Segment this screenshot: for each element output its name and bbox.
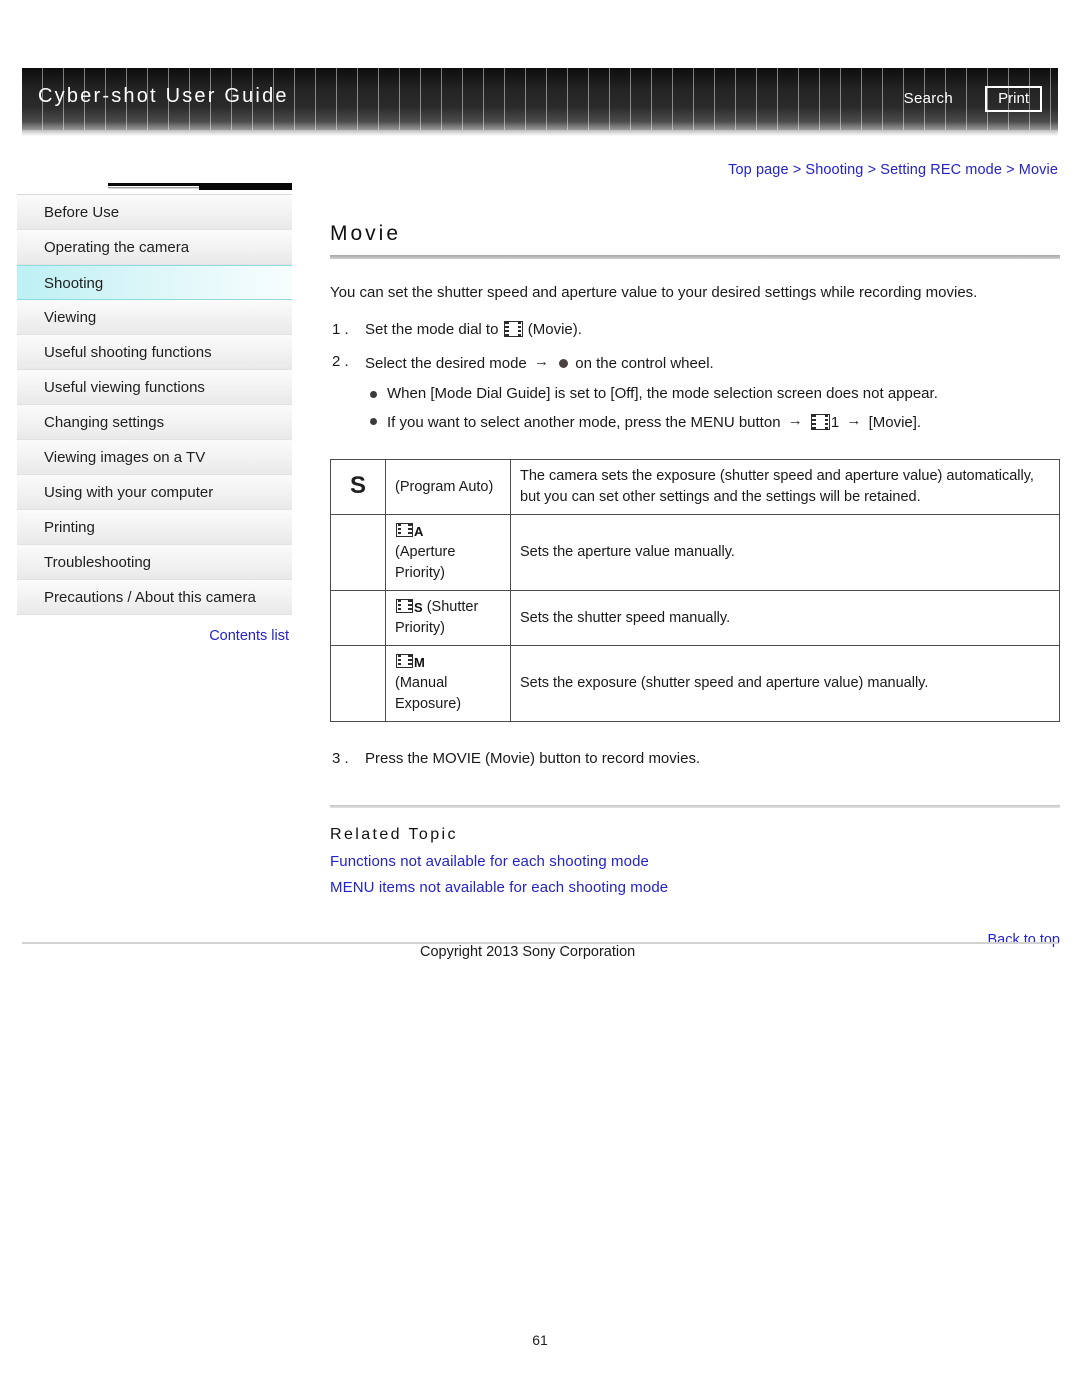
- step-2-text-before: Select the desired mode: [365, 355, 527, 372]
- app-title: Cyber-shot User Guide: [38, 85, 289, 107]
- main-content: Movie You can set the shutter speed and …: [330, 222, 1060, 948]
- sidebar-item-changing-settings[interactable]: Changing settings: [17, 405, 292, 440]
- film-icon: [396, 523, 413, 538]
- step-3-text: Press the MOVIE (Movie) button to record…: [365, 750, 701, 768]
- sidebar-item-troubleshooting[interactable]: Troubleshooting: [17, 545, 292, 580]
- related-link-functions-not-available[interactable]: Functions not available for each shootin…: [330, 853, 1060, 870]
- step-3-number: 3 .: [332, 750, 349, 768]
- mode-label-cell: A (Aperture Priority): [385, 514, 511, 592]
- right-arrow-icon: →: [787, 412, 803, 430]
- table-row: S (Program Auto) The camera sets the exp…: [330, 459, 1060, 516]
- related-link-menu-items-not-available[interactable]: MENU items not available for each shooti…: [330, 879, 1060, 896]
- sidebar-item-printing[interactable]: Printing: [17, 510, 292, 545]
- sidebar-item-shooting[interactable]: Shooting: [17, 265, 292, 300]
- mode-icon-cell-empty: [330, 645, 386, 723]
- mode-icon-cell-empty: [330, 514, 386, 592]
- step-2-bullet-2-text-part2: [Movie].: [868, 414, 922, 432]
- mode-description-cell: The camera sets the exposure (shutter sp…: [510, 459, 1060, 516]
- sidebar-top-decoration: [108, 183, 292, 190]
- intro-paragraph: You can set the shutter speed and apertu…: [330, 284, 978, 301]
- sidebar-item-useful-viewing-functions[interactable]: Useful viewing functions: [17, 370, 292, 405]
- page-title: Movie: [330, 222, 402, 245]
- right-arrow-icon: →: [533, 353, 549, 370]
- mode-label: (Aperture Priority): [395, 544, 456, 582]
- mode-label-cell: M (Manual Exposure): [385, 645, 511, 723]
- table-row: A (Aperture Priority) Sets the aperture …: [330, 514, 1060, 592]
- app-header: Cyber-shot User Guide Search Print: [22, 68, 1058, 130]
- header-shadow: [22, 130, 1058, 136]
- mode-letter-a: A: [414, 524, 424, 540]
- step-2-bullet-2-text-part1: If you want to select another mode, pres…: [387, 414, 781, 432]
- step-2-bullets: When [Mode Dial Guide] is set to [Off], …: [365, 382, 1060, 435]
- film-icon: [396, 599, 413, 614]
- film-icon: [503, 320, 523, 337]
- sidebar-nav: Before Use Operating the camera Shooting…: [17, 194, 292, 615]
- film-icon: [396, 654, 413, 669]
- title-divider: [330, 255, 1060, 259]
- search-button[interactable]: Search: [904, 90, 953, 107]
- breadcrumb[interactable]: Top page > Shooting > Setting REC mode >…: [728, 162, 1058, 178]
- print-button[interactable]: Print: [985, 86, 1042, 112]
- related-divider: [330, 805, 1060, 809]
- page-number: 61: [532, 1332, 548, 1348]
- table-row: M (Manual Exposure) Sets the exposure (s…: [330, 645, 1060, 723]
- copyright-text: Copyright 2013 Sony Corporation: [420, 944, 636, 960]
- program-auto-s-icon: S: [349, 472, 366, 500]
- mode-description-cell: Sets the exposure (shutter speed and ape…: [510, 645, 1060, 723]
- step-2-bullet-1: When [Mode Dial Guide] is set to [Off], …: [365, 382, 1060, 406]
- contents-list-link[interactable]: Contents list: [17, 628, 292, 644]
- dot-icon: [559, 359, 569, 368]
- mode-description-cell: Sets the shutter speed manually.: [510, 590, 1060, 647]
- shooting-modes-table: S (Program Auto) The camera sets the exp…: [330, 459, 1060, 723]
- mode-label-cell: (Program Auto): [385, 459, 511, 516]
- right-arrow-icon: →: [846, 412, 862, 430]
- table-row: S (Shutter Priority) Sets the shutter sp…: [330, 590, 1060, 647]
- mode-icon-cell: S: [330, 459, 386, 516]
- mode-label-cell: S (Shutter Priority): [385, 590, 511, 647]
- sidebar-item-before-use[interactable]: Before Use: [17, 195, 292, 230]
- step-3: 3 . Press the MOVIE (Movie) button to re…: [330, 750, 1060, 767]
- mode-icon-cell-empty: [330, 590, 386, 647]
- step-2-number: 2 .: [332, 353, 349, 370]
- sidebar-item-using-with-your-computer[interactable]: Using with your computer: [17, 475, 292, 510]
- step-1-text-after: (Movie).: [527, 320, 582, 338]
- sidebar-item-operating-the-camera[interactable]: Operating the camera: [17, 230, 292, 265]
- step-1-number: 1 .: [332, 320, 349, 338]
- step-1-text-before: Set the mode dial to: [365, 320, 499, 338]
- mode-label: (Program Auto): [395, 478, 494, 495]
- step-2: 2 . Select the desired mode → on the con…: [330, 350, 1060, 435]
- step-2-bullet-1-text: When [Mode Dial Guide] is set to [Off], …: [387, 385, 938, 403]
- mode-label: (Manual Exposure): [395, 675, 462, 713]
- sidebar-item-viewing[interactable]: Viewing: [17, 300, 292, 335]
- mode-letter-s: S: [414, 600, 423, 616]
- sidebar-item-viewing-images-on-a-tv[interactable]: Viewing images on a TV: [17, 440, 292, 475]
- film-icon: [810, 414, 830, 431]
- mode-description-cell: Sets the aperture value manually.: [510, 514, 1060, 592]
- step-2-text-after: on the control wheel.: [575, 355, 714, 372]
- steps-list: 1 . Set the mode dial to (Movie). 2 . Se…: [330, 318, 1060, 436]
- related-topic-heading: Related Topic: [330, 826, 458, 844]
- film-icon-suffix: 1: [830, 414, 840, 432]
- mode-letter-m: M: [414, 655, 425, 671]
- step-1: 1 . Set the mode dial to (Movie).: [330, 318, 1060, 341]
- step-2-bullet-2: If you want to select another mode, pres…: [365, 409, 1060, 435]
- sidebar-item-precautions[interactable]: Precautions / About this camera: [17, 580, 292, 615]
- sidebar-item-useful-shooting-functions[interactable]: Useful shooting functions: [17, 335, 292, 370]
